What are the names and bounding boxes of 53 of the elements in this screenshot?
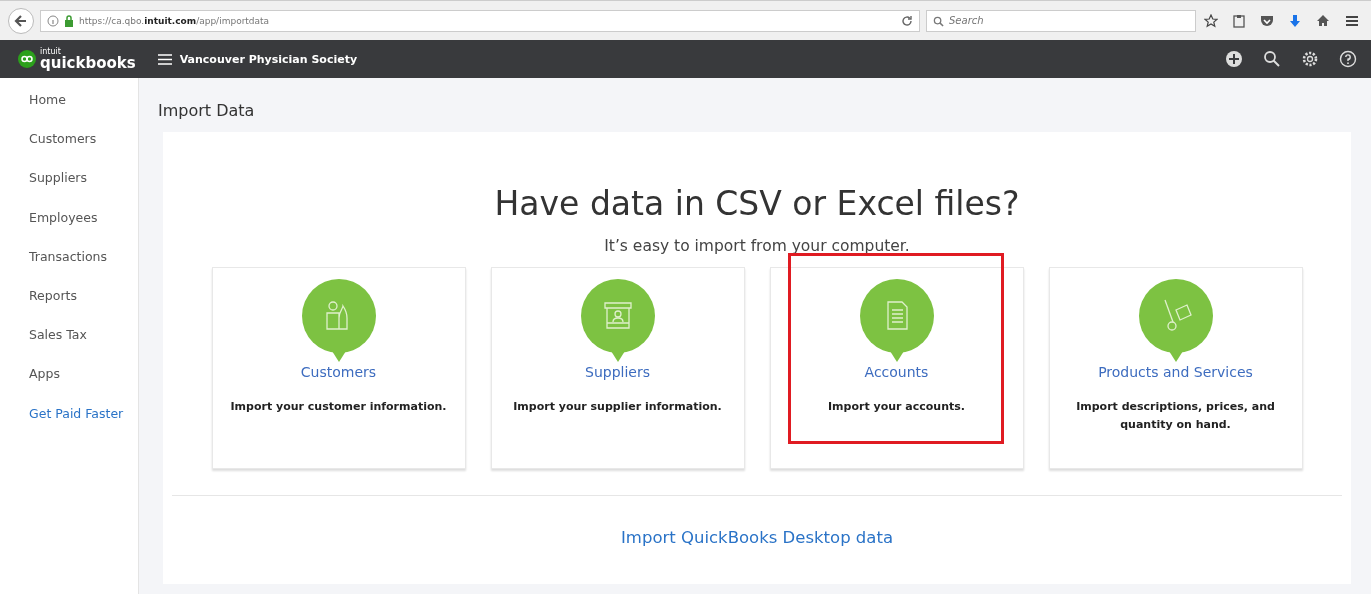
menu-icon[interactable] (1345, 14, 1359, 27)
logo-icon (18, 50, 36, 68)
back-button[interactable] (8, 7, 34, 34)
info-icon (47, 14, 59, 27)
sidebar-item[interactable]: Reports (0, 285, 138, 326)
sidebar-item[interactable]: Get Paid Faster (0, 403, 138, 443)
search-icon[interactable] (1263, 50, 1281, 68)
sidebar-item[interactable]: Home (0, 90, 138, 130)
company-name: Vancouver Physician Society (179, 52, 358, 66)
help-icon[interactable] (1339, 50, 1357, 68)
import-card[interactable]: Customers Import your customer information. (211, 267, 466, 469)
import-card[interactable]: Accounts Import your accounts. (769, 267, 1024, 469)
home-icon[interactable] (1316, 14, 1330, 27)
import-card[interactable]: Products and Services Import descriptions, prices, and quantity on hand. (1048, 267, 1303, 469)
download-icon[interactable] (1289, 13, 1301, 28)
import-card[interactable]: Suppliers Import your supplier information. (490, 267, 745, 469)
card-title-link[interactable]: Suppliers (585, 364, 650, 380)
brand-name: quickbooks (40, 55, 136, 71)
star-icon[interactable] (1204, 13, 1218, 28)
card-title-link[interactable]: Accounts (864, 364, 929, 380)
search-field[interactable]: Search (926, 9, 1196, 32)
desktop-import-link[interactable]: Import QuickBooks Desktop data (621, 528, 893, 547)
reload-icon[interactable] (901, 14, 913, 27)
address-bar[interactable]: https://ca.qbo.intuit.com/app/importdata (40, 9, 920, 32)
settings-icon[interactable] (1301, 50, 1319, 68)
people-icon (300, 278, 377, 364)
pocket-icon[interactable] (1260, 14, 1274, 27)
main-heading: Have data in CSV or Excel files? (494, 184, 1020, 223)
hand-truck-icon (1137, 278, 1214, 364)
add-icon[interactable] (1225, 50, 1243, 68)
back-icon (14, 13, 28, 28)
card-description: Import your supplier information. (513, 399, 722, 415)
card-title-link[interactable]: Customers (300, 364, 377, 380)
sidebar-item[interactable]: Transactions (0, 246, 138, 286)
search-icon (933, 15, 944, 27)
card-title-link[interactable]: Products and Services (1098, 364, 1253, 380)
storefront-icon (579, 278, 656, 364)
card-description: Import your customer information. (230, 399, 447, 415)
subheading: It’s easy to import from your computer. (604, 237, 910, 255)
lock-icon (64, 14, 74, 27)
sidebar-item[interactable]: Suppliers (0, 168, 138, 208)
sidebar-item[interactable]: Apps (0, 364, 138, 404)
brand-label: intuit (40, 47, 62, 56)
page-title: Import Data (158, 101, 256, 120)
quickbooks-logo[interactable]: intuit quickbooks (18, 47, 136, 71)
sidebar-item[interactable]: Customers (0, 129, 138, 169)
card-description: Import descriptions, prices, and quantity on hand. (1075, 399, 1276, 433)
sidebar-item[interactable]: Sales Tax (0, 325, 138, 365)
card-description: Import your accounts. (828, 399, 965, 415)
url-text: https://ca.qbo.intuit.com/app/importdata (79, 15, 270, 26)
sidebar-item[interactable]: Employees (0, 207, 138, 247)
clipboard-icon[interactable] (1233, 13, 1245, 28)
document-icon (858, 278, 935, 364)
